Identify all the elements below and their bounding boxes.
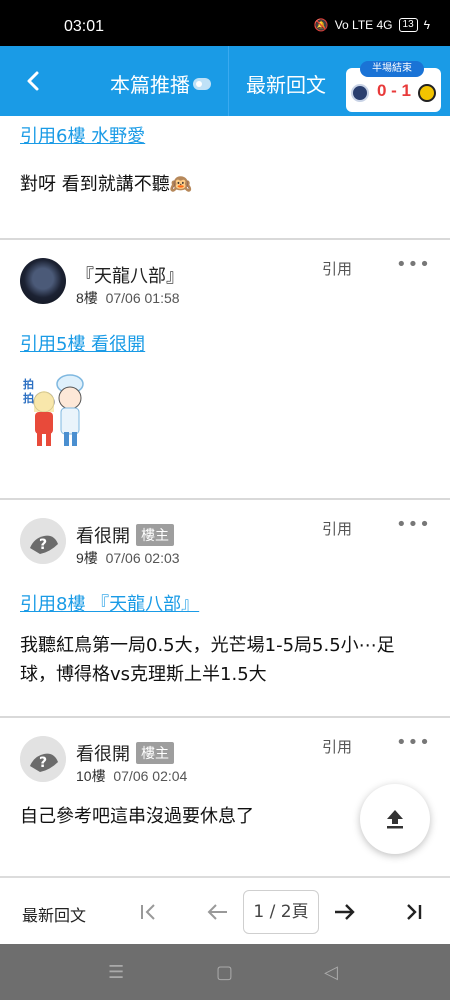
last-page-button[interactable] — [400, 898, 428, 926]
status-time: 03:01 — [64, 18, 105, 35]
default-avatar-icon: ? — [20, 518, 66, 564]
avatar[interactable] — [20, 258, 66, 304]
tab-latest[interactable]: 最新回文 — [246, 69, 326, 98]
mute-icon: 🔕 — [313, 18, 329, 32]
back-button[interactable] — [18, 66, 48, 96]
first-page-icon — [141, 904, 155, 920]
chevron-left-icon — [27, 71, 39, 91]
signal-text: Vo LTE 4G — [334, 18, 393, 32]
post-meta: 9樓 07/06 02:03 — [76, 548, 180, 568]
battery-icon: 13 — [398, 18, 418, 32]
chat-bubble-icon — [193, 77, 211, 90]
floor-number: 9樓 — [76, 550, 98, 566]
avatar[interactable]: ? — [20, 736, 66, 782]
svg-text:拍: 拍 — [23, 377, 34, 391]
menu-icon[interactable]: ☰ — [108, 962, 124, 983]
username[interactable]: 看很開 樓主 — [76, 740, 174, 766]
post-meta: 8樓 07/06 01:58 — [76, 288, 180, 308]
arrow-left-icon — [207, 904, 227, 920]
post-time: 07/06 02:04 — [113, 768, 188, 784]
latest-reply-button[interactable]: 最新回文 — [22, 902, 86, 926]
home-icon[interactable]: ▢ — [216, 962, 233, 983]
default-avatar-icon: ? — [20, 736, 66, 782]
back-triangle-icon[interactable]: ◁ — [324, 962, 338, 983]
pagination-bar: 最新回文 1 / 2頁 — [0, 876, 450, 944]
home-team-logo-icon — [351, 84, 369, 102]
quote-link[interactable]: 引用6樓 水野愛 — [20, 122, 145, 148]
quote-link[interactable]: 引用5樓 看很開 — [20, 330, 145, 356]
pat-pat-sticker-icon: 拍 拍 — [23, 374, 84, 446]
page-indicator[interactable]: 1 / 2頁 — [243, 890, 319, 934]
top-bar: 本篇推播 最新回文 半場結束 0 - 1 — [0, 46, 450, 116]
last-page-icon — [407, 904, 422, 920]
sticker-image: 拍 拍 — [20, 372, 92, 448]
username[interactable]: 看很開 樓主 — [76, 522, 174, 548]
score-status-tag: 半場結束 — [360, 61, 424, 77]
avatar[interactable]: ? — [20, 518, 66, 564]
quote-button[interactable]: 引用 — [322, 736, 352, 757]
post-list[interactable]: 引用6樓 水野愛 對呀 看到就講不聽🙉 『天龍八部』 8樓 07/06 01:5… — [0, 116, 450, 876]
quote-button[interactable]: 引用 — [322, 258, 352, 279]
away-team-logo-icon — [418, 84, 436, 102]
status-icons: 🔕 Vo LTE 4G 13 ϟ — [314, 18, 430, 32]
score-text: 0 - 1 — [376, 81, 412, 100]
svg-text:拍: 拍 — [23, 391, 34, 405]
post-divider — [0, 716, 450, 718]
arrow-right-icon — [335, 904, 355, 920]
scroll-top-button[interactable] — [360, 784, 430, 854]
charging-icon: ϟ — [423, 18, 430, 32]
tab-divider — [228, 46, 229, 116]
op-badge: 樓主 — [136, 742, 174, 764]
post-text: 我聽紅鳥第一局0.5大，光芒場1-5局5.5小⋯足球，博得格vs克理斯上半1.5… — [20, 635, 395, 685]
post-time: 07/06 01:58 — [105, 290, 180, 306]
post-text: 對呀 看到就講不聽🙉 — [20, 174, 193, 195]
post-divider — [0, 238, 450, 240]
op-badge: 樓主 — [136, 524, 174, 546]
status-bar: 03:01 🔕 Vo LTE 4G 13 ϟ — [0, 0, 450, 46]
post-divider — [0, 498, 450, 500]
more-options-icon[interactable]: ••• — [396, 254, 431, 275]
post-time: 07/06 02:03 — [105, 550, 180, 566]
next-page-button[interactable] — [330, 898, 358, 926]
more-options-icon[interactable]: ••• — [396, 514, 431, 535]
system-nav-bar: ☰ ▢ ◁ — [0, 944, 450, 1000]
username-text: 看很開 — [76, 744, 130, 765]
upload-icon — [387, 810, 403, 829]
tab-push[interactable]: 本篇推播 — [110, 69, 211, 98]
quote-button[interactable]: 引用 — [322, 518, 352, 539]
floor-number: 8樓 — [76, 290, 98, 306]
svg-text:?: ? — [39, 755, 47, 771]
post-meta: 10樓 07/06 02:04 — [76, 766, 187, 786]
more-options-icon[interactable]: ••• — [396, 732, 431, 753]
floor-number: 10樓 — [76, 768, 106, 784]
tab-push-label: 本篇推播 — [110, 73, 190, 97]
quote-link[interactable]: 引用8樓 『天龍八部』 — [20, 590, 199, 616]
svg-text:?: ? — [39, 537, 47, 553]
username[interactable]: 『天龍八部』 — [76, 262, 184, 288]
prev-page-button[interactable] — [204, 898, 232, 926]
first-page-button[interactable] — [134, 898, 162, 926]
username-text: 看很開 — [76, 526, 130, 547]
